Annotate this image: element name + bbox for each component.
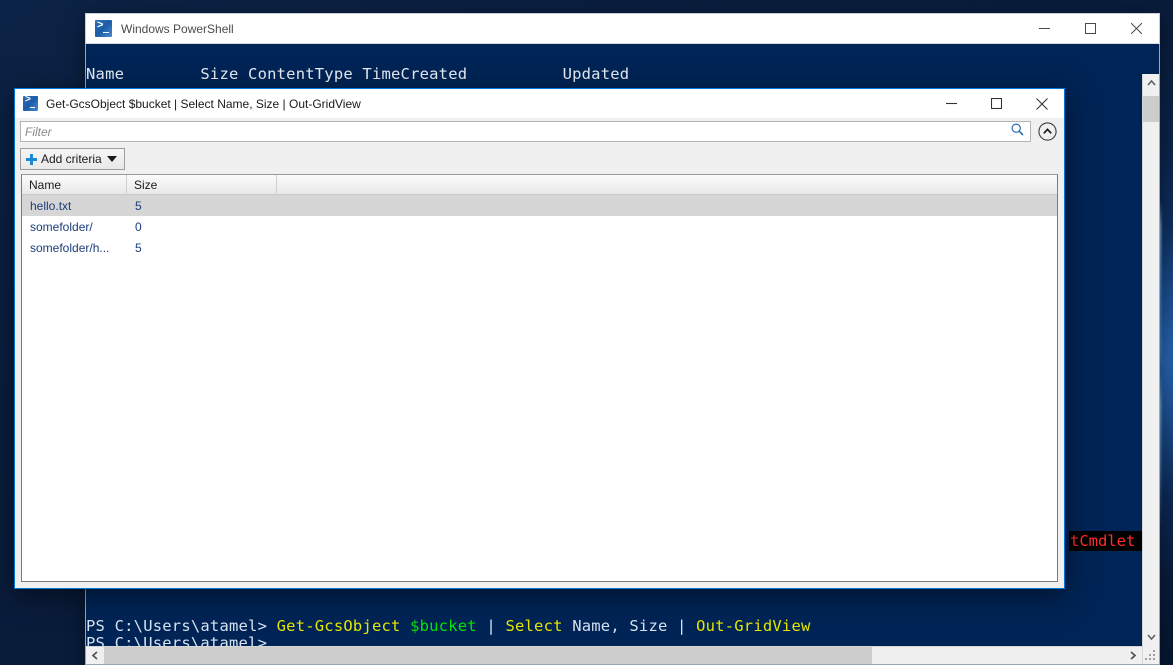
powershell-icon [23, 96, 38, 111]
cell-name: somefolder/ [22, 220, 127, 234]
horizontal-scroll-thumb[interactable] [104, 647, 872, 664]
command-select: Select [505, 617, 562, 635]
close-button[interactable] [1113, 14, 1159, 43]
gridview-close-button[interactable] [1019, 89, 1064, 118]
table-row[interactable]: hello.txt 5 [22, 195, 1057, 216]
grid-header-row: Name Size [22, 175, 1057, 195]
powershell-title: Windows PowerShell [121, 22, 234, 36]
add-criteria-button[interactable]: Add criteria [20, 148, 125, 170]
plus-icon [26, 154, 36, 164]
cell-size: 0 [127, 220, 277, 234]
powershell-window-controls [1021, 14, 1159, 43]
powershell-titlebar[interactable]: Windows PowerShell [85, 13, 1160, 44]
window-resize-grip[interactable] [1143, 648, 1158, 663]
grid-rows: hello.txt 5 somefolder/ 0 somefolder/h..… [22, 195, 1057, 581]
command-params: Name, Size [563, 617, 677, 635]
column-header-size[interactable]: Size [127, 175, 277, 194]
column-header-filler [277, 175, 1057, 194]
scroll-left-button[interactable] [86, 647, 104, 664]
command-pipe-2: | [677, 617, 696, 635]
gridview-maximize-button[interactable] [974, 89, 1019, 118]
add-criteria-label: Add criteria [41, 152, 102, 166]
gridview-window-controls [929, 89, 1064, 118]
filter-placeholder: Filter [25, 125, 1011, 139]
table-row[interactable]: somefolder/ 0 [22, 216, 1057, 237]
gridview-minimize-button[interactable] [929, 89, 974, 118]
console-vertical-scrollbar[interactable] [1142, 74, 1159, 664]
criteria-row: Add criteria [15, 145, 1064, 173]
cell-name: hello.txt [22, 199, 127, 213]
console-horizontal-scrollbar[interactable] [86, 646, 1142, 664]
powershell-icon [95, 20, 112, 37]
table-row[interactable]: somefolder/h... 5 [22, 237, 1057, 258]
results-grid[interactable]: Name Size hello.txt 5 somefolder/ 0 some… [21, 174, 1058, 582]
search-icon[interactable] [1011, 123, 1024, 141]
gridview-title: Get-GcsObject $bucket | Select Name, Siz… [46, 97, 361, 111]
console-output-header: Name Size ContentType TimeCreated Update… [86, 66, 629, 83]
maximize-button[interactable] [1067, 14, 1113, 43]
minimize-button[interactable] [1021, 14, 1067, 43]
gridview-titlebar[interactable]: Get-GcsObject $bucket | Select Name, Siz… [15, 89, 1064, 118]
filter-row: Filter [15, 118, 1064, 145]
chevron-down-icon [107, 156, 117, 162]
scroll-right-button[interactable] [1124, 647, 1142, 664]
command-pipe-1: | [477, 617, 506, 635]
cell-size: 5 [127, 241, 277, 255]
console-command-line: PS C:\Users\atamel> Get-GcsObject $bucke… [86, 618, 811, 635]
filter-input[interactable]: Filter [20, 121, 1031, 142]
scroll-down-button[interactable] [1143, 628, 1159, 646]
column-header-name[interactable]: Name [22, 175, 127, 194]
cell-size: 5 [127, 199, 277, 213]
vertical-scroll-thumb[interactable] [1143, 96, 1159, 122]
command-cmdlet: Get-GcsObject [277, 617, 401, 635]
prompt-path: PS C:\Users\atamel> [86, 617, 277, 635]
out-gridview-window[interactable]: Get-GcsObject $bucket | Select Name, Siz… [14, 88, 1065, 589]
command-outgridview: Out-GridView [696, 617, 810, 635]
cell-name: somefolder/h... [22, 241, 127, 255]
command-variable: $bucket [410, 617, 477, 635]
scroll-up-button[interactable] [1143, 74, 1159, 92]
chevron-up-circle-icon[interactable] [1037, 121, 1058, 142]
